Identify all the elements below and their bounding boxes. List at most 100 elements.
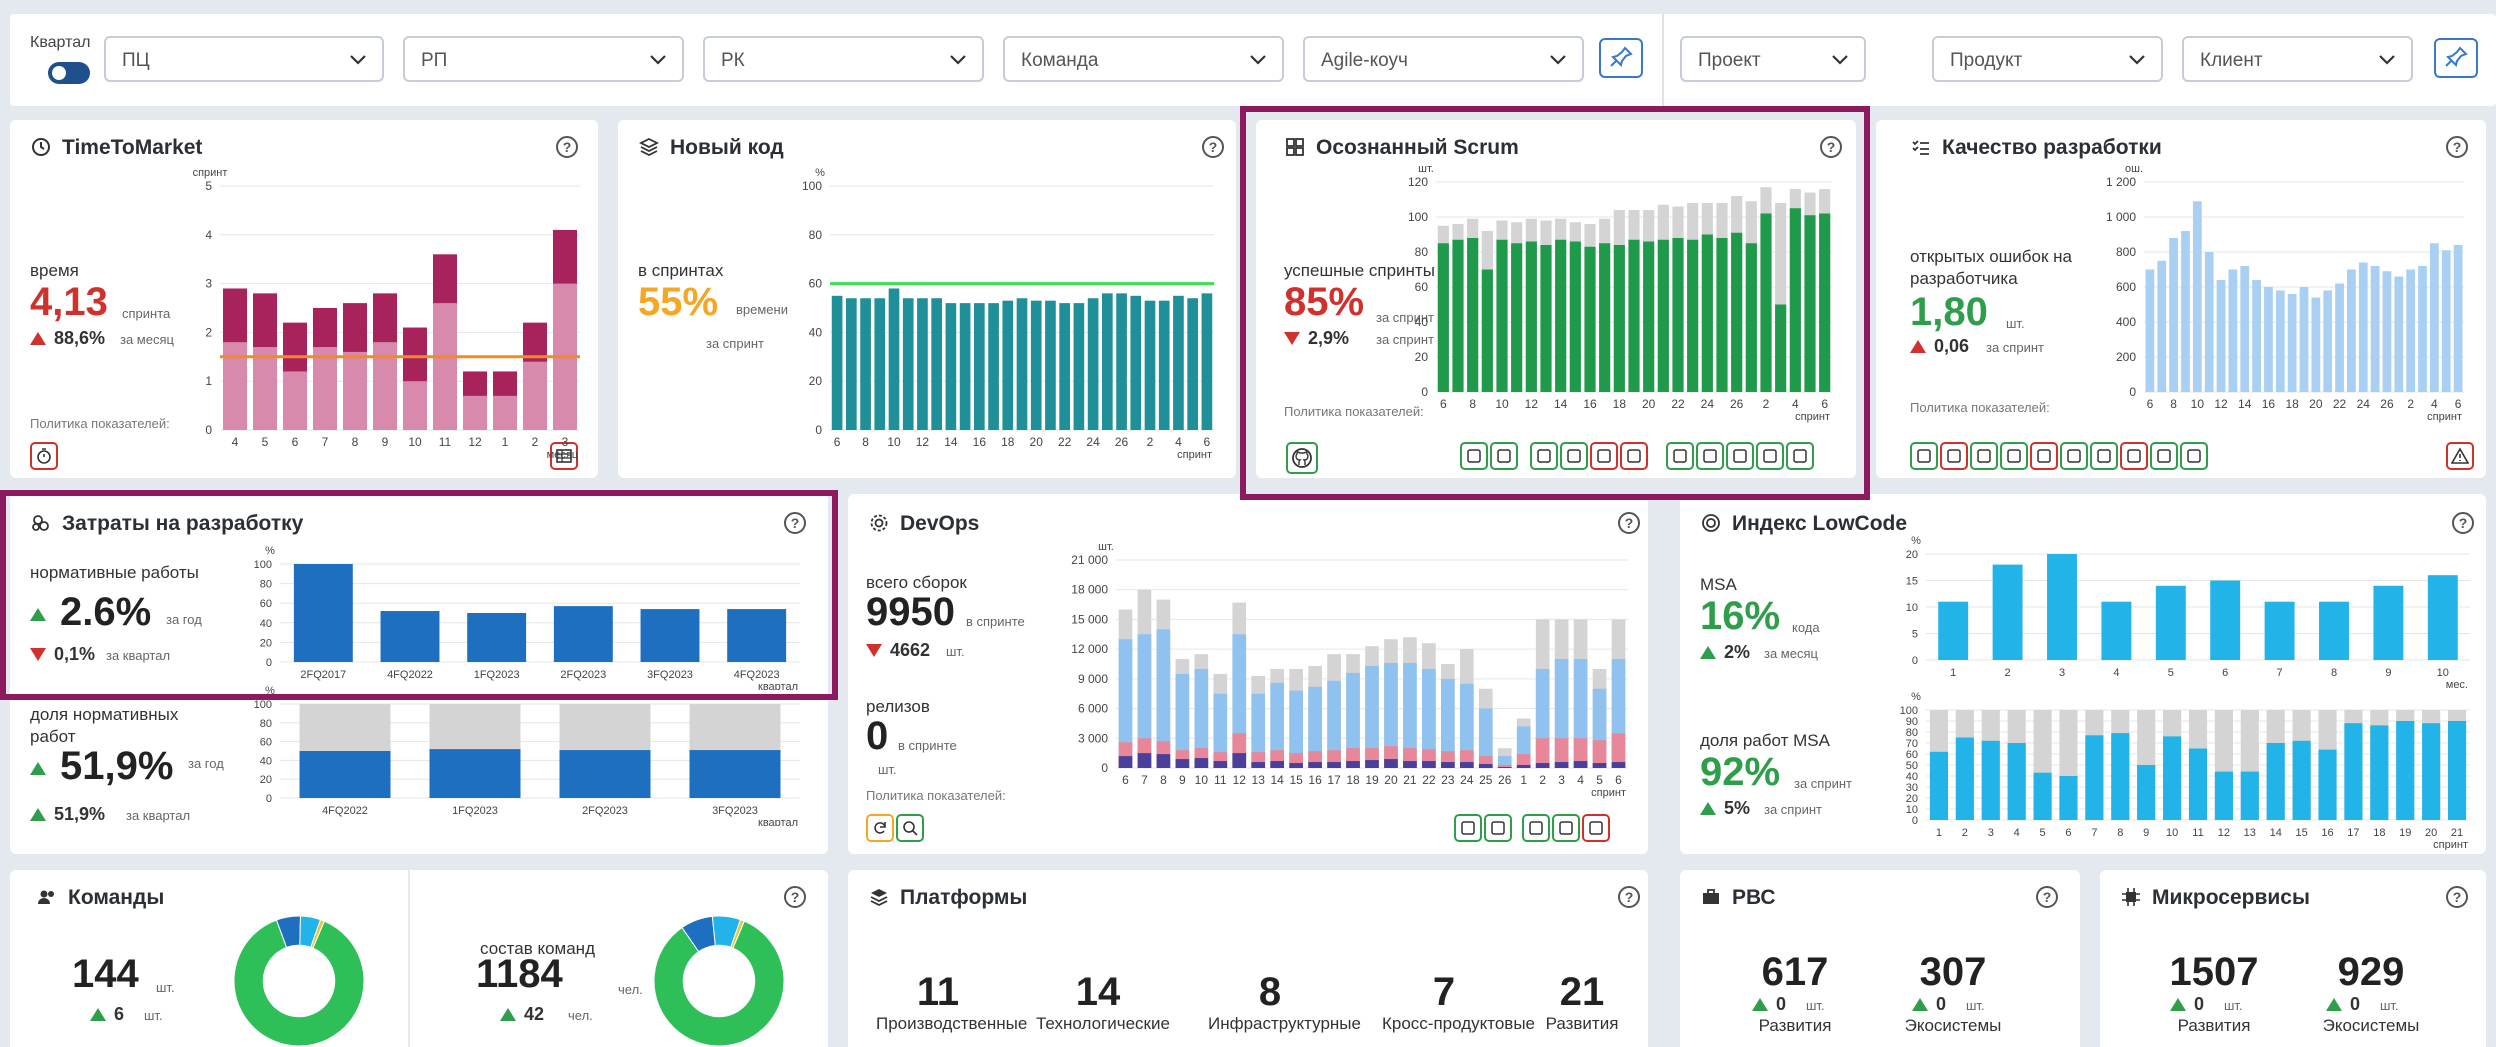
help-icon[interactable]: ?	[784, 512, 806, 534]
checkbox-button[interactable]	[2090, 442, 2118, 470]
help-icon[interactable]: ?	[2452, 512, 2474, 534]
chart-quality: 0 200 400 600 800 1 000 1 200ош. 6 8 10 12 14 16 18 20…	[2106, 166, 2464, 423]
metric2-delta: 5%	[1700, 798, 1750, 819]
warning-button[interactable]	[2446, 442, 2474, 470]
bar	[2188, 748, 2208, 820]
x-tick-label: 24	[1701, 397, 1715, 411]
x-tick-label: 26	[1730, 397, 1744, 411]
x-tick-label: 4	[232, 435, 239, 449]
policy-label: Политика показателей:	[1910, 400, 2050, 415]
calendar-button[interactable]	[1696, 442, 1724, 470]
metric-delta: 88,6%	[30, 328, 105, 349]
flag-button[interactable]	[1490, 442, 1518, 470]
document-button[interactable]	[1522, 814, 1550, 842]
document-button[interactable]	[1666, 442, 1694, 470]
filter-team[interactable]: Команда	[1003, 36, 1284, 82]
chevron-down-icon	[1832, 55, 1848, 65]
calendar-icon	[1703, 449, 1717, 463]
filter-client[interactable]: Клиент	[2182, 36, 2413, 82]
teams-composition-delta-unit: чел.	[568, 1008, 593, 1023]
bar-segment	[1525, 241, 1537, 392]
help-icon[interactable]: ?	[1820, 136, 1842, 158]
calendar-button[interactable]	[2030, 442, 2058, 470]
arrow-up-icon	[90, 1008, 106, 1021]
flag-button[interactable]	[2000, 442, 2028, 470]
filter-agile-coach[interactable]: Agile-коуч	[1303, 36, 1584, 82]
icon-shape	[2127, 449, 2141, 463]
x-tick-label: 14	[944, 435, 958, 449]
metric2-value: 92%	[1700, 750, 1781, 794]
gear-alt-button[interactable]	[1582, 814, 1610, 842]
eye-button[interactable]	[1786, 442, 1814, 470]
bug-button[interactable]	[1940, 442, 1968, 470]
help-icon[interactable]: ?	[1618, 512, 1640, 534]
icon-shape	[1703, 449, 1717, 463]
x-tick-label: 2	[1539, 773, 1546, 787]
document-button[interactable]	[2150, 442, 2178, 470]
chart-dev-costs-normative: 0 20 40 60 80 100% 2FQ2017 4FQ2022 1FQ2023 2FQ202…	[254, 545, 800, 690]
bar	[2323, 290, 2333, 392]
x-tick-label: 14	[2270, 827, 2282, 839]
chart-button[interactable]	[2180, 442, 2208, 470]
checkbox-button[interactable]	[1726, 442, 1754, 470]
help-icon[interactable]: ?	[784, 886, 806, 908]
pin-filters-button[interactable]	[1599, 38, 1643, 78]
help-icon[interactable]: ?	[1618, 886, 1640, 908]
icon-shape	[2007, 449, 2021, 463]
y-tick-label: 60	[809, 277, 823, 291]
thumbs-up-button[interactable]	[1460, 442, 1488, 470]
quarter-toggle[interactable]	[48, 62, 90, 84]
help-icon[interactable]: ?	[2446, 136, 2468, 158]
filter-project[interactable]: Проект	[1680, 36, 1866, 82]
chevron-down-icon	[1550, 55, 1566, 65]
briefcase-button[interactable]	[2120, 442, 2148, 470]
search-icon	[903, 821, 918, 836]
x-tick-label: 20	[2309, 397, 2323, 411]
code-button[interactable]	[1590, 442, 1618, 470]
trend-button[interactable]	[1530, 442, 1558, 470]
x-tick-label: 6	[2065, 827, 2071, 839]
y-tick-label: 0	[1101, 761, 1108, 775]
filter-rk[interactable]: РК	[703, 36, 984, 82]
fast-forward-button[interactable]	[1620, 442, 1648, 470]
help-icon[interactable]: ?	[556, 136, 578, 158]
github-icon	[1292, 448, 1312, 468]
icon-shape	[2157, 449, 2171, 463]
y-tick-label: 20	[260, 637, 272, 649]
help-icon[interactable]: ?	[2036, 886, 2058, 908]
x-tick-label: 3FQ2023	[647, 669, 693, 681]
bar-segment	[1760, 213, 1772, 392]
bar	[2157, 260, 2167, 392]
micro-ecosystem-delta: 0	[2326, 994, 2360, 1015]
bar	[1045, 300, 1056, 430]
icon-shape	[1597, 449, 1611, 463]
search-button[interactable]	[1454, 814, 1482, 842]
chat-button[interactable]	[1756, 442, 1784, 470]
search-button[interactable]	[896, 814, 924, 842]
arrow-down-icon	[30, 648, 46, 661]
help-icon[interactable]: ?	[2446, 886, 2468, 908]
arrow-up-icon	[30, 608, 46, 621]
briefcase-button[interactable]	[1560, 442, 1588, 470]
bar	[1929, 751, 1949, 820]
stopwatch-button[interactable]	[1484, 814, 1512, 842]
eye-icon	[1977, 449, 1991, 463]
pin-filters-button-2[interactable]	[2434, 38, 2478, 78]
gear-button[interactable]	[1552, 814, 1580, 842]
refresh-button[interactable]	[866, 814, 894, 842]
github-button[interactable]	[1286, 442, 1318, 474]
y-axis-label: %	[265, 545, 275, 557]
bar	[902, 298, 914, 430]
icon-shape	[1589, 821, 1603, 835]
x-tick-label: 3	[562, 435, 569, 449]
filter-rp[interactable]: РП	[403, 36, 684, 82]
filter-pc[interactable]: ПЦ	[104, 36, 384, 82]
filter-product[interactable]: Продукт	[1932, 36, 2163, 82]
filter-divider	[1662, 14, 1664, 106]
help-icon[interactable]: ?	[1202, 136, 1224, 158]
trend-button[interactable]	[1910, 442, 1938, 470]
list-button[interactable]	[2060, 442, 2088, 470]
eye-button[interactable]	[1970, 442, 1998, 470]
timer-button[interactable]	[30, 442, 58, 470]
arrow-up-icon	[30, 762, 46, 775]
